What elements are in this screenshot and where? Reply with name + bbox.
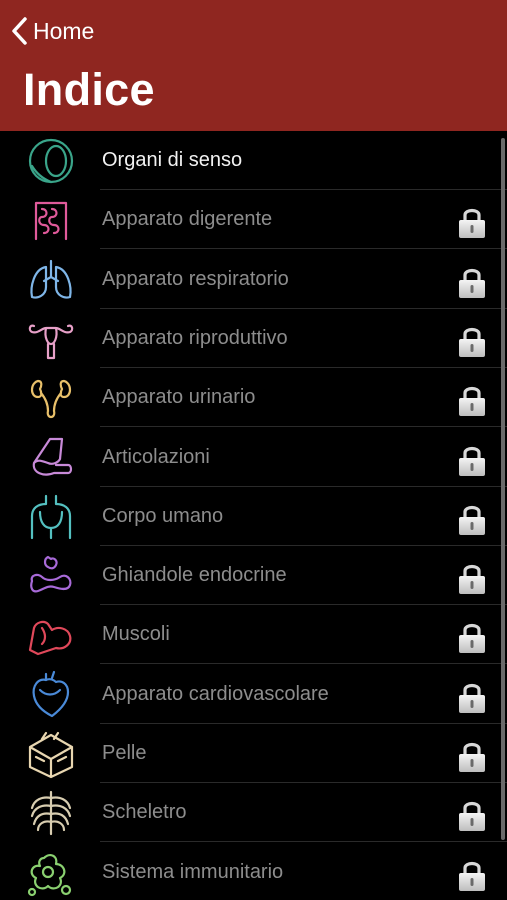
list-item[interactable]: Scheletro <box>0 783 507 843</box>
lock-icon <box>456 561 488 595</box>
nav-header: Home Indice <box>0 0 507 131</box>
list-item-label: Organi di senso <box>102 149 243 171</box>
lock-icon <box>456 798 488 832</box>
immune-cells-icon <box>24 848 78 898</box>
list-item-label: Sistema immunitario <box>102 860 284 883</box>
list-item-label: Apparato respiratorio <box>102 267 289 290</box>
kidneys-icon <box>24 373 78 423</box>
list-item-label: Apparato riproduttivo <box>102 326 288 349</box>
lock-icon <box>456 739 488 773</box>
list-item-label: Pelle <box>102 742 147 764</box>
lock-icon <box>456 324 488 358</box>
list-item-label: Articolazioni <box>102 445 210 468</box>
lock-icon <box>456 443 488 477</box>
lock-icon <box>456 620 488 654</box>
torso-icon <box>24 492 78 542</box>
eye-icon <box>24 136 78 186</box>
lungs-icon <box>24 255 78 305</box>
index-list[interactable]: Organi di senso Apparato digerente Appara… <box>0 131 507 900</box>
list-item[interactable]: Muscoli <box>0 605 507 665</box>
list-item[interactable]: Apparato respiratorio <box>0 250 507 309</box>
lock-icon <box>456 205 488 239</box>
list-item-label: Muscoli <box>102 623 170 646</box>
list-item[interactable]: Sistema immunitario <box>0 843 507 900</box>
glands-icon <box>24 551 78 601</box>
page-title: Indice <box>23 64 155 115</box>
lock-icon <box>456 502 488 536</box>
list-item-label: Corpo umano <box>102 504 224 527</box>
lock-icon <box>456 265 488 299</box>
back-button[interactable]: Home <box>10 14 94 48</box>
list-item-label: Apparato digerente <box>102 208 273 231</box>
list-item-label: Scheletro <box>102 801 187 824</box>
list-item[interactable]: Apparato digerente <box>0 190 507 250</box>
list-item[interactable]: Apparato urinario <box>0 368 507 428</box>
joint-icon <box>24 433 78 483</box>
back-label: Home <box>33 17 95 44</box>
list-item-label: Ghiandole endocrine <box>102 564 287 587</box>
muscle-arm-icon <box>24 610 78 660</box>
list-item-label: Apparato urinario <box>102 386 256 409</box>
lock-icon <box>456 858 488 892</box>
uterus-icon <box>24 314 78 364</box>
skin-icon <box>24 729 78 779</box>
lock-icon <box>456 680 488 714</box>
list-item[interactable]: Ghiandole endocrine <box>0 546 507 606</box>
list-item[interactable]: Articolazioni <box>0 428 507 487</box>
list-item[interactable]: Apparato riproduttivo <box>0 309 507 368</box>
intestine-icon <box>24 195 78 245</box>
list-item[interactable]: Organi di senso <box>0 131 507 190</box>
heart-icon <box>24 670 78 720</box>
list-item[interactable]: Apparato cardiovascolare <box>0 665 507 724</box>
scrollbar[interactable] <box>501 138 505 840</box>
list-item[interactable]: Pelle <box>0 724 507 783</box>
list-item[interactable]: Corpo umano <box>0 487 507 546</box>
lock-icon <box>456 383 488 417</box>
list-item-label: Apparato cardiovascolare <box>102 682 329 705</box>
ribcage-icon <box>24 788 78 838</box>
chevron-left-icon <box>12 17 27 45</box>
